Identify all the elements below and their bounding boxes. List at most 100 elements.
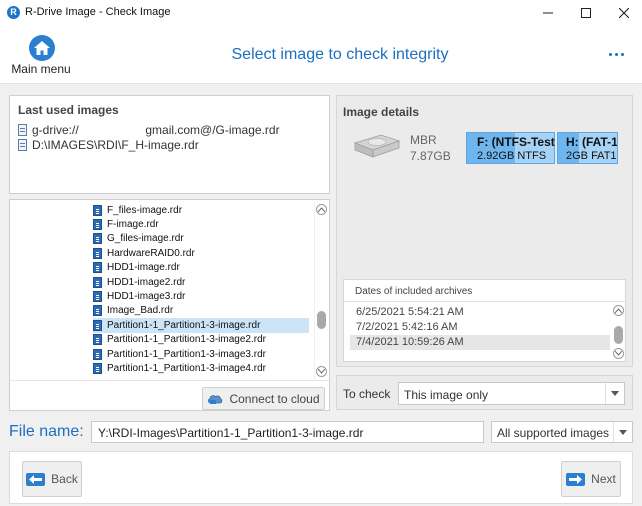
file-list-item[interactable]: HardwareRAID0.rdr (93, 246, 309, 260)
archive-date-row[interactable]: 7/2/2021 5:42:16 AM (350, 320, 610, 335)
file-list-item[interactable]: F_files-image.rdr (93, 203, 309, 217)
app-logo-icon: R (7, 6, 20, 19)
scroll-thumb[interactable] (317, 311, 326, 329)
to-check-label: To check (343, 387, 391, 401)
image-file-icon (93, 219, 102, 231)
image-file-icon (93, 305, 102, 317)
scroll-thumb[interactable] (614, 326, 623, 344)
file-list-item-label: F_files-image.rdr (107, 204, 183, 216)
title-bar: R R-Drive Image - Check Image (0, 0, 642, 26)
image-file-icon (93, 204, 102, 216)
more-dot-icon (614, 52, 618, 56)
dropdown-arrow[interactable] (605, 383, 624, 404)
back-label: Back (51, 472, 78, 486)
partition-info: 2GB FAT1 (566, 150, 617, 162)
page-title: Select image to check integrity (231, 46, 449, 63)
file-type-filter-value: All supported images (497, 426, 610, 440)
chevron-up-icon (318, 207, 325, 212)
archives-header: Dates of included archives (344, 280, 625, 302)
archive-date-row[interactable]: 6/25/2021 5:54:21 AM (350, 305, 610, 320)
scroll-down-button[interactable] (316, 366, 327, 377)
dropdown-arrow[interactable] (613, 422, 632, 442)
image-file-icon (93, 319, 102, 331)
image-file-icon (93, 348, 102, 360)
recent-image-path: g-drive:// gmail.com@/G-image.rdr (32, 122, 280, 137)
file-list-scrollbar[interactable] (314, 202, 327, 380)
to-check-panel: To check This image only (336, 375, 633, 410)
file-list-item[interactable]: Image_Bad.rdr (93, 304, 309, 318)
last-used-images-title: Last used images (18, 103, 119, 117)
archives-scrollbar[interactable] (612, 305, 625, 360)
maximize-icon (581, 8, 591, 18)
chevron-up-icon (615, 308, 622, 313)
recent-image-path: D:\IMAGES\RDI\F_H-image.rdr (32, 137, 199, 152)
file-list-item[interactable]: Partition1-1_Partition1-3-image4.rdr (93, 361, 309, 375)
file-list-item[interactable]: HDD1-image.rdr (93, 261, 309, 275)
file-list-item[interactable]: HDD1-image2.rdr (93, 275, 309, 289)
file-list-item[interactable]: Partition1-1_Partition1-3-image.rdr (93, 318, 309, 333)
image-file-icon (93, 363, 102, 375)
file-list-item-label: HDD1-image.rdr (107, 262, 180, 274)
chevron-down-icon (611, 391, 619, 396)
hard-disk-icon (353, 134, 401, 158)
header: Main menu Select image to check integrit… (0, 26, 642, 84)
file-list-item-label: HDD1-image3.rdr (107, 291, 186, 303)
file-list-item-label: Partition1-1_Partition1-3-image4.rdr (107, 363, 266, 375)
file-name-input[interactable]: Y:\RDI-Images\Partition1-1_Partition1-3-… (91, 421, 484, 443)
image-file-icon (93, 262, 102, 274)
divider (10, 380, 329, 381)
archives-list: Dates of included archives 6/25/2021 5:5… (343, 279, 626, 362)
close-button[interactable] (604, 0, 642, 26)
maximize-button[interactable] (566, 0, 606, 26)
recent-image-item[interactable]: g-drive:// gmail.com@/G-image.rdr (18, 122, 280, 137)
image-file-icon (93, 334, 102, 346)
image-file-icon (93, 247, 102, 259)
next-button[interactable]: Next (561, 461, 621, 497)
to-check-value: This image only (404, 388, 489, 402)
image-file-icon (93, 276, 102, 288)
file-list-item-label: F-image.rdr (107, 219, 159, 231)
back-button[interactable]: Back (22, 461, 82, 497)
footer: Back Next (9, 451, 633, 504)
last-used-images-panel: Last used images g-drive:// gmail.com@/G… (9, 95, 330, 194)
partition-info: 2.92GB NTFS (477, 150, 547, 162)
partition-block[interactable]: F: (NTFS-Test 2.92GB NTFS (466, 132, 555, 164)
image-details-title: Image details (343, 105, 420, 119)
arrow-right-icon (566, 472, 586, 486)
file-list-item[interactable]: Partition1-1_Partition1-3-image2.rdr (93, 333, 309, 347)
partition-block[interactable]: H: (FAT-1 2GB FAT1 (557, 132, 618, 164)
to-check-select[interactable]: This image only (398, 382, 625, 405)
scroll-up-button[interactable] (316, 204, 327, 215)
file-name-label: File name: (9, 423, 84, 440)
file-list: F_files-image.rdr F-image.rdr G_files-imag… (10, 200, 314, 380)
partition-name: H: (FAT-1 (566, 135, 618, 149)
archive-date-row[interactable]: 7/4/2021 10:59:26 AM (350, 335, 610, 350)
file-list-item[interactable]: G_files-image.rdr (93, 232, 309, 246)
chevron-down-icon (619, 429, 627, 435)
file-list-item[interactable]: F-image.rdr (93, 217, 309, 231)
file-list-item-label: Partition1-1_Partition1-3-image.rdr (107, 319, 261, 331)
document-icon (18, 123, 27, 136)
file-browser-panel: F_files-image.rdr F-image.rdr G_files-imag… (9, 199, 330, 411)
minimize-button[interactable] (528, 0, 568, 26)
file-list-item[interactable]: Partition1-1_Partition1-3-image3.rdr (93, 347, 309, 361)
disk-info: MBR 7.87GB (410, 132, 451, 164)
connect-to-cloud-button[interactable]: Connect to cloud (202, 387, 325, 410)
minimize-icon (543, 12, 553, 14)
more-options-button[interactable] (603, 44, 629, 64)
arrow-left-icon (26, 472, 46, 486)
recent-image-item[interactable]: D:\IMAGES\RDI\F_H-image.rdr (18, 137, 199, 152)
file-type-filter-select[interactable]: All supported images (491, 421, 633, 443)
file-list-item-label: HDD1-image2.rdr (107, 276, 186, 288)
file-list-item-label: Image_Bad.rdr (107, 305, 174, 317)
scroll-down-button[interactable] (613, 348, 624, 359)
disk-scheme: MBR (410, 133, 437, 147)
document-icon (18, 138, 27, 151)
file-list-item-label: Partition1-1_Partition1-3-image3.rdr (107, 348, 266, 360)
scroll-up-button[interactable] (613, 305, 624, 316)
file-list-item[interactable]: HDD1-image3.rdr (93, 289, 309, 303)
cloud-icon (208, 395, 223, 404)
image-file-icon (93, 233, 102, 245)
file-list-item-label: HardwareRAID0.rdr (107, 247, 195, 259)
next-label: Next (591, 472, 616, 486)
